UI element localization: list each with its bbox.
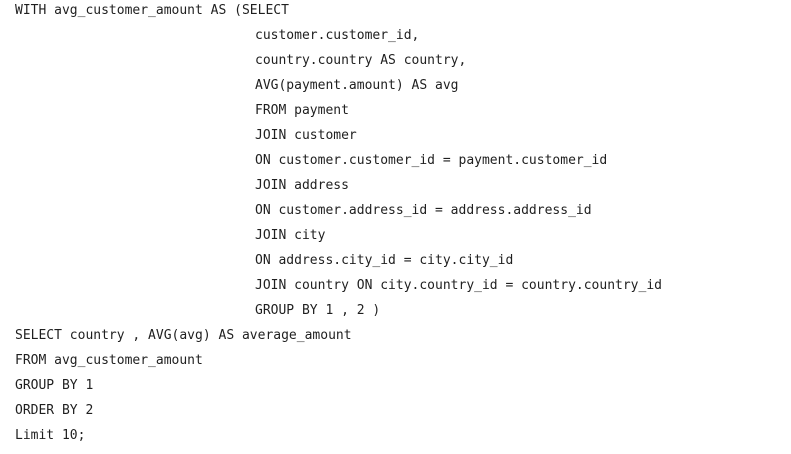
code-line: GROUP BY 1 [15, 378, 94, 393]
code-line: SELECT country , AVG(avg) AS average_amo… [15, 328, 352, 343]
code-line: ON address.city_id = city.city_id [255, 253, 514, 268]
code-line: country.country AS country, [255, 53, 467, 68]
code-line: JOIN customer [255, 128, 357, 143]
code-line: WITH avg_customer_amount AS (SELECT [15, 3, 289, 18]
code-line: ON customer.customer_id = payment.custom… [255, 153, 608, 168]
sql-code-block: WITH avg_customer_amount AS (SELECT cust… [0, 0, 791, 454]
code-line: customer.customer_id, [255, 28, 420, 43]
code-line: AVG(payment.amount) AS avg [255, 78, 459, 93]
code-line: Limit 10; [15, 428, 86, 443]
code-line: JOIN address [255, 178, 349, 193]
code-line: JOIN country ON city.country_id = countr… [255, 278, 662, 293]
code-line: GROUP BY 1 , 2 ) [255, 303, 381, 318]
code-line: ON customer.address_id = address.address… [255, 203, 592, 218]
code-line: FROM avg_customer_amount [15, 353, 203, 368]
code-line: ORDER BY 2 [15, 403, 94, 418]
code-line: JOIN city [255, 228, 326, 243]
code-line: FROM payment [255, 103, 349, 118]
